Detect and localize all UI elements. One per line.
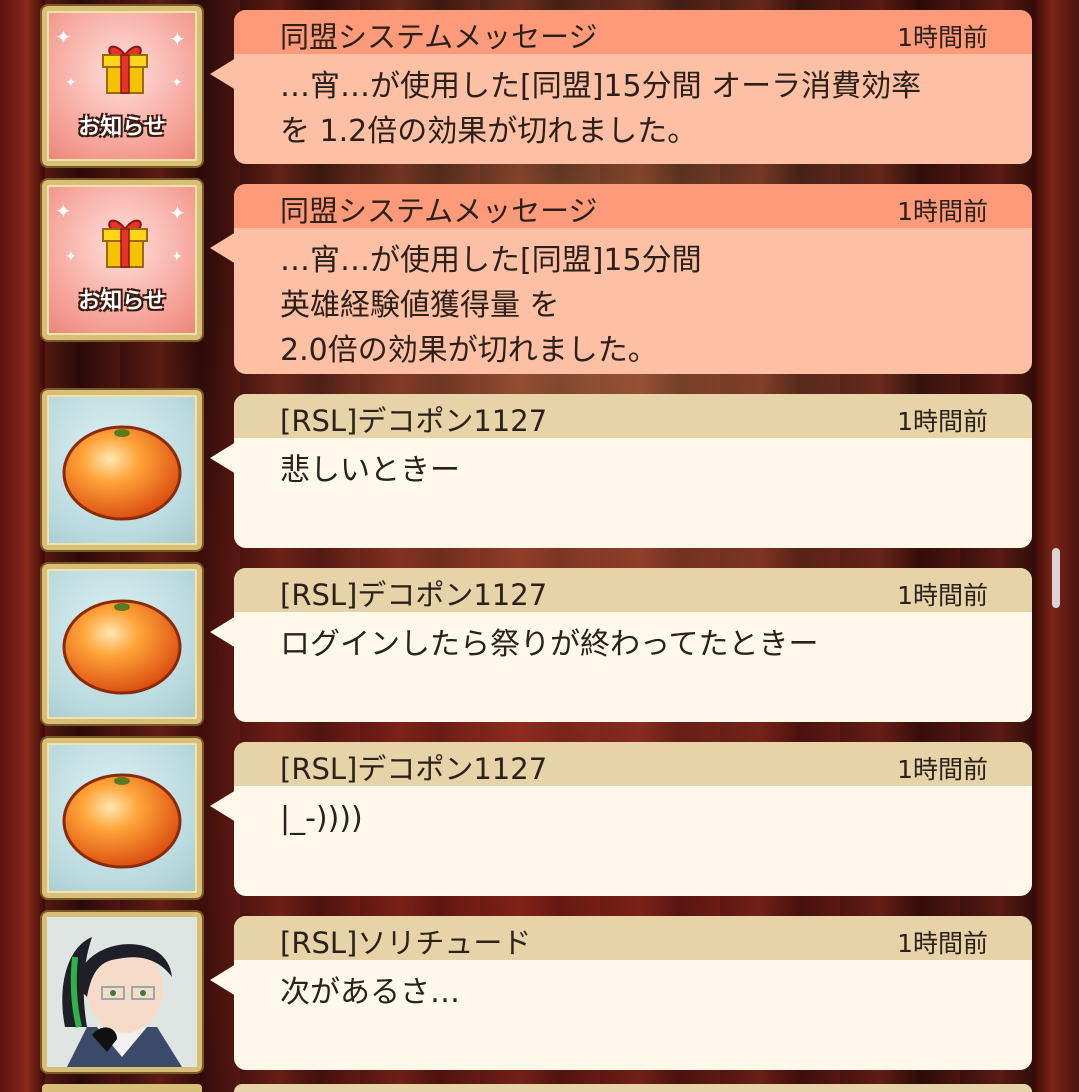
message-line: |_-)))) [280,801,363,836]
message-time: 1時間前 [897,929,988,958]
next-bubble-peek [234,1084,1032,1092]
message-bubble: 同盟システムメッセージ 1時間前 …宵…が使用した[同盟]15分間 英雄経験値獲… [210,184,1032,374]
bubble-tail [210,58,236,90]
chat-message: [RSL]ソリチュード 1時間前 次があるさ… [0,906,1079,1072]
message-text: 次があるさ… [234,960,1032,1025]
chat-message: [RSL]デコポン1127 1時間前 ログインしたら祭りが終わってたときー [0,558,1079,724]
message-line: 次があるさ… [280,975,460,1010]
orange-icon [62,599,182,695]
message-header: 同盟システムメッセージ 1時間前 [234,10,1032,54]
sparkle-icon: ✦ [55,25,72,49]
message-line: ログインしたら祭りが終わってたときー [280,627,819,662]
message-header: [RSL]デコポン1127 1時間前 [234,742,1032,786]
sender-name[interactable]: [RSL]デコポン1127 [280,746,547,788]
message-header: [RSL]デコポン1127 1時間前 [234,568,1032,612]
sparkle-icon: ✦ [65,249,77,265]
message-text: …宵…が使用した[同盟]15分間 英雄経験値獲得量 を 2.0倍の効果が切れまし… [234,228,1032,383]
bubble-tail [210,616,236,648]
message-time: 1時間前 [897,23,988,52]
chat-message: ✦ ✦ ✦ ✦ お知らせ 同盟システムメッセージ 1時間前 …宵…が使用した[同… [0,0,1079,166]
sparkle-icon: ✦ [169,201,186,225]
chat-message: ✦ ✦ ✦ ✦ お知らせ 同盟システムメッセージ 1時間前 …宵…が使用した[同… [0,174,1079,374]
bubble-tail [210,964,236,996]
message-text: ログインしたら祭りが終わってたときー [234,612,1032,677]
orange-icon [62,773,182,869]
gift-icon [102,45,148,94]
message-time: 1時間前 [897,581,988,610]
message-text: |_-)))) [234,786,1032,851]
message-bubble: 同盟システムメッセージ 1時間前 …宵…が使用した[同盟]15分間 オーラ消費効… [210,10,1032,164]
character-portrait-avatar[interactable] [42,912,202,1072]
orange-avatar[interactable] [42,390,202,550]
character-portrait-icon [47,917,197,1067]
chat-message: [RSL]デコポン1127 1時間前 悲しいときー [0,384,1079,550]
orange-avatar[interactable] [42,564,202,724]
sender-name[interactable]: 同盟システムメッセージ [280,14,598,56]
message-time: 1時間前 [897,407,988,436]
message-line: 2.0倍の効果が切れました。 [280,333,658,368]
sparkle-icon: ✦ [55,199,72,223]
sparkle-icon: ✦ [171,75,183,91]
message-time: 1時間前 [897,197,988,226]
bubble-tail [210,232,236,264]
message-text: …宵…が使用した[同盟]15分間 オーラ消費効率 を 1.2倍の効果が切れました… [234,54,1032,164]
bubble-tail [210,442,236,474]
sender-name[interactable]: [RSL]デコポン1127 [280,572,547,614]
message-time: 1時間前 [897,755,988,784]
message-line: を 1.2倍の効果が切れました。 [280,114,698,149]
chat-message: [RSL]デコポン1127 1時間前 |_-)))) [0,732,1079,898]
notice-label: お知らせ [78,115,166,140]
sparkle-icon: ✦ [171,249,183,265]
message-line: …宵…が使用した[同盟]15分間 [280,243,702,278]
orange-avatar[interactable] [42,738,202,898]
message-line: 悲しいときー [280,453,460,488]
message-text: 悲しいときー [234,438,1032,503]
message-header: 同盟システムメッセージ 1時間前 [234,184,1032,228]
orange-icon [62,425,182,521]
message-bubble: [RSL]デコポン1127 1時間前 ログインしたら祭りが終わってたときー [210,568,1032,722]
gift-icon [102,219,148,268]
scrollbar-thumb[interactable] [1052,548,1060,608]
message-bubble: [RSL]デコポン1127 1時間前 悲しいときー [210,394,1032,548]
message-header: [RSL]デコポン1127 1時間前 [234,394,1032,438]
message-bubble: [RSL]ソリチュード 1時間前 次があるさ… [210,916,1032,1070]
next-avatar-peek [42,1084,202,1092]
sender-name[interactable]: 同盟システムメッセージ [280,188,598,230]
notice-avatar[interactable]: ✦ ✦ ✦ ✦ お知らせ [42,180,202,340]
notice-label: お知らせ [78,289,166,314]
message-line: …宵…が使用した[同盟]15分間 オーラ消費効率 [280,69,922,104]
sender-name[interactable]: [RSL]ソリチュード [280,920,531,962]
sparkle-icon: ✦ [169,27,186,51]
sender-name[interactable]: [RSL]デコポン1127 [280,398,547,440]
bubble-tail [210,790,236,822]
notice-avatar[interactable]: ✦ ✦ ✦ ✦ お知らせ [42,6,202,166]
message-line: 英雄経験値獲得量 を [280,288,560,323]
message-bubble: [RSL]デコポン1127 1時間前 |_-)))) [210,742,1032,896]
sparkle-icon: ✦ [65,75,77,91]
message-header: [RSL]ソリチュード 1時間前 [234,916,1032,960]
